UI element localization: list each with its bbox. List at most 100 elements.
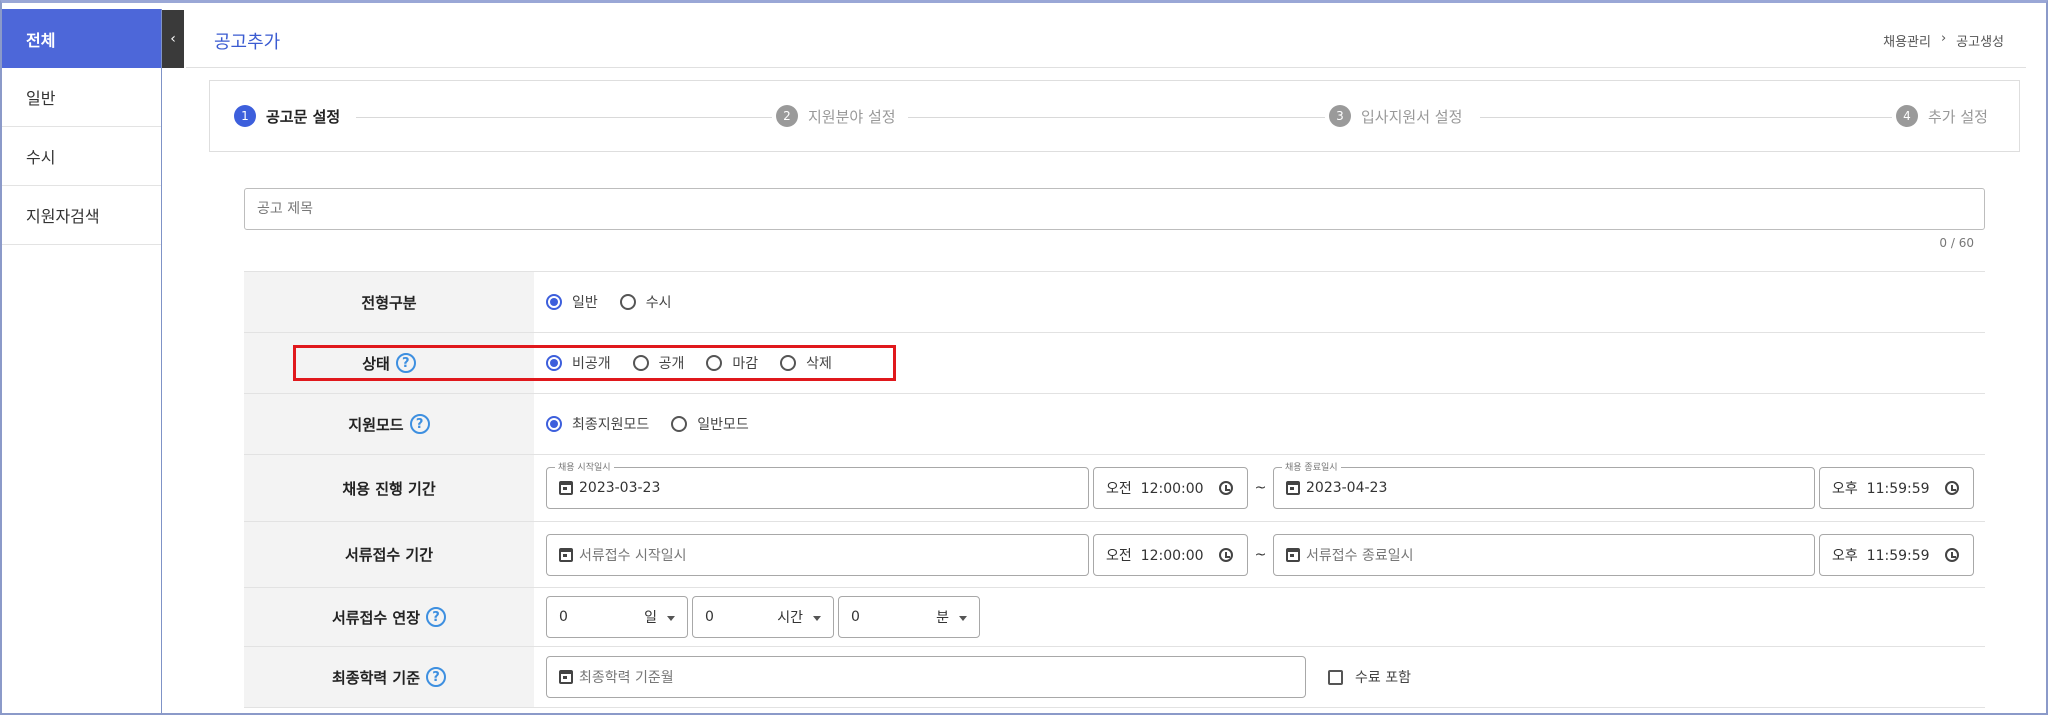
form-row-education: 최종학력 기준? 최종학력 기준월 수료 포함: [244, 646, 1985, 708]
sidebar-item-label: 수시: [26, 148, 56, 167]
posting-title-input[interactable]: [244, 188, 1985, 230]
step-4[interactable]: 4 추가 설정: [1892, 105, 1992, 127]
caret-down-icon: [813, 616, 821, 621]
select-unit: 일: [644, 610, 657, 626]
form-row-extension: 서류접수 연장? 0 일 0 시간 0 분: [244, 587, 1985, 646]
step-number: 2: [776, 105, 798, 127]
extension-hours-select[interactable]: 0 시간: [692, 596, 834, 638]
hiring-end-time-field[interactable]: 오후 11:59:59: [1819, 467, 1974, 509]
radio-checked-icon: [546, 416, 562, 432]
form-row-document-period: 서류접수 기간 서류접수 시작일시 오전 12:00:00 ~ 서류접수 종료일…: [244, 521, 1985, 587]
clock-icon: [1945, 547, 1959, 562]
radio-type-ongoing[interactable]: 수시: [619, 292, 672, 312]
sidebar-item-general[interactable]: 일반: [2, 68, 161, 127]
step-2[interactable]: 2 지원분야 설정: [772, 105, 900, 127]
form-label-text: 전형구분: [361, 293, 417, 312]
form-value: 최종학력 기준월 수료 포함: [534, 647, 1985, 707]
help-icon[interactable]: ?: [409, 414, 430, 434]
radio-label: 일반모드: [697, 417, 749, 433]
form-label-text: 지원모드: [348, 415, 404, 434]
step-3[interactable]: 3 입사지원서 설정: [1325, 105, 1467, 127]
radio-unchecked-icon: [619, 294, 636, 310]
time-value: 오전 12:00:00: [1106, 547, 1204, 564]
form-label-text: 최종학력 기준: [331, 668, 421, 687]
range-separator: ~: [1254, 546, 1267, 563]
document-end-date-field[interactable]: 서류접수 종료일시: [1273, 533, 1815, 576]
step-label: 지원분야 설정: [808, 107, 896, 126]
radio-type-general[interactable]: 일반: [546, 292, 598, 312]
date-value: 2023-04-23: [1306, 480, 1388, 496]
date-value: 2023-03-23: [579, 480, 661, 496]
radio-checked-icon: [546, 294, 562, 310]
date-placeholder: 서류접수 시작일시: [579, 547, 687, 564]
form-label: 서류접수 연장?: [244, 588, 534, 646]
form-row-apply-mode: 지원모드? 최종지원모드 일반모드: [244, 393, 1985, 454]
caret-down-icon: [959, 616, 967, 621]
breadcrumb: 채용관리 › 공고생성: [1883, 31, 2004, 50]
radio-mode-final[interactable]: 최종지원모드: [546, 414, 649, 434]
step-label: 추가 설정: [1928, 107, 1988, 126]
clock-icon: [1219, 547, 1233, 562]
step-number: 1: [234, 105, 256, 127]
help-icon[interactable]: ?: [426, 667, 447, 687]
form-label: 지원모드?: [244, 394, 534, 454]
breadcrumb-item-hiring-management[interactable]: 채용관리: [1883, 31, 1931, 50]
chevron-left-icon: ‹: [170, 31, 176, 47]
step-label: 입사지원서 설정: [1361, 107, 1463, 126]
step-label: 공고문 설정: [266, 107, 341, 126]
form-label-text: 채용 진행 기간: [342, 479, 436, 498]
posting-form: 전형구분 일반 수시 상태? 비공개 공개 마감 삭제 지원모드? 최종지원모드…: [244, 271, 1985, 708]
range-separator: ~: [1254, 480, 1267, 496]
select-value: 0: [851, 609, 860, 625]
sidebar-item-applicant-search[interactable]: 지원자검색: [2, 186, 161, 245]
extension-minutes-select[interactable]: 0 분: [838, 596, 980, 638]
sidebar-item-all[interactable]: 전체: [2, 9, 161, 68]
step-1[interactable]: 1 공고문 설정: [230, 105, 345, 127]
step-number: 3: [1329, 105, 1351, 127]
calendar-icon: [1286, 481, 1300, 495]
stepper: 1 공고문 설정 2 지원분야 설정 3 입사지원서 설정 4 추가 설정: [209, 80, 2020, 152]
form-value: 채용 시작일시 2023-03-23 오전 12:00:00 ~ 채용 종료일시…: [534, 455, 1985, 521]
checkbox-label: 수료 포함: [1355, 670, 1411, 686]
date-placeholder: 서류접수 종료일시: [1306, 547, 1414, 564]
time-value: 오후 11:59:59: [1832, 481, 1930, 497]
document-start-date-field[interactable]: 서류접수 시작일시: [546, 533, 1089, 576]
form-value: 일반 수시: [534, 272, 1985, 332]
calendar-icon: [559, 547, 573, 562]
radio-unchecked-icon: [671, 416, 688, 432]
page-header: 공고추가 채용관리 › 공고생성: [186, 9, 2026, 68]
select-value: 0: [559, 609, 568, 625]
education-month-field[interactable]: 최종학력 기준월: [546, 656, 1306, 698]
help-icon[interactable]: ?: [426, 607, 447, 627]
breadcrumb-item-create-posting: 공고생성: [1956, 35, 2004, 50]
select-value: 0: [705, 609, 714, 625]
extension-days-select[interactable]: 0 일: [546, 596, 688, 638]
document-start-time-field[interactable]: 오전 12:00:00: [1093, 533, 1248, 576]
select-unit: 시간: [777, 610, 803, 626]
clock-icon: [1219, 481, 1233, 495]
caret-down-icon: [667, 616, 675, 621]
date-placeholder: 최종학력 기준월: [579, 670, 674, 686]
radio-label: 일반: [572, 295, 598, 311]
form-label: 서류접수 기간: [244, 522, 534, 587]
form-value: 서류접수 시작일시 오전 12:00:00 ~ 서류접수 종료일시 오후 11:…: [534, 522, 1985, 587]
time-value: 오전 12:00:00: [1106, 481, 1204, 497]
highlight-box: [293, 345, 896, 381]
breadcrumb-separator-icon: ›: [1940, 31, 1947, 46]
select-unit: 분: [936, 610, 949, 626]
include-completion-checkbox[interactable]: [1328, 669, 1343, 685]
field-legend: 채용 시작일시: [555, 460, 614, 473]
radio-mode-general[interactable]: 일반모드: [671, 414, 749, 434]
document-end-time-field[interactable]: 오후 11:59:59: [1819, 533, 1974, 576]
hiring-start-time-field[interactable]: 오전 12:00:00: [1093, 467, 1248, 509]
step-connector: [356, 117, 786, 118]
field-legend: 채용 종료일시: [1282, 460, 1341, 473]
hiring-end-date-field[interactable]: 채용 종료일시 2023-04-23: [1273, 460, 1815, 509]
sidebar-item-ongoing[interactable]: 수시: [2, 127, 161, 186]
form-value: 0 일 0 시간 0 분: [534, 588, 1985, 646]
sidebar-item-label: 전체: [26, 30, 56, 50]
sidebar-collapse-button[interactable]: ‹: [162, 10, 184, 68]
clock-icon: [1945, 481, 1959, 495]
hiring-start-date-field[interactable]: 채용 시작일시 2023-03-23: [546, 460, 1089, 509]
calendar-icon: [559, 481, 573, 495]
